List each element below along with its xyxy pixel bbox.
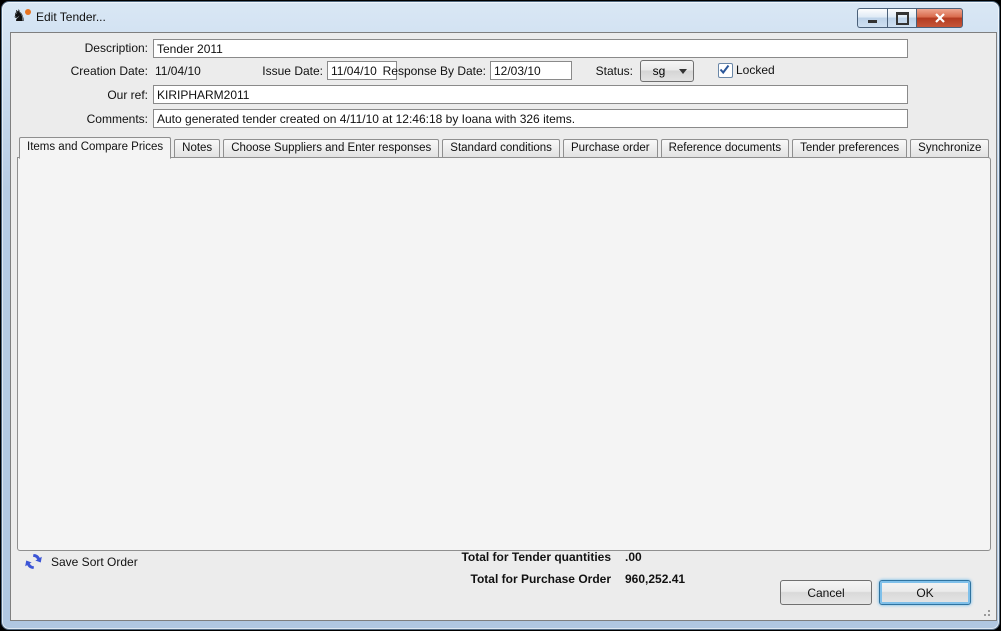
close-button[interactable] [916, 8, 963, 28]
comments-label: Comments: [11, 110, 148, 128]
title-bar[interactable]: ♞ Edit Tender... [2, 2, 999, 32]
locked-label: Locked [736, 61, 775, 79]
locked-checkbox[interactable] [718, 63, 733, 78]
items-panel [17, 157, 991, 551]
minimize-button[interactable] [857, 8, 887, 28]
total-tender-row: Total for Tender quantities .00 [221, 550, 642, 564]
maximize-icon [896, 12, 909, 25]
window-title: Edit Tender... [36, 10, 106, 24]
creation-date-value: 11/04/10 [155, 62, 201, 80]
dialog-content: Description: Creation Date: 11/04/10 Iss… [10, 32, 997, 621]
close-icon [935, 13, 945, 23]
window-frame: ♞ Edit Tender... Description: Creation D… [1, 1, 1000, 630]
description-input[interactable] [153, 39, 908, 58]
check-icon [719, 64, 730, 75]
total-po-value: 960,252.41 [625, 572, 685, 586]
refresh-icon [23, 551, 44, 572]
total-po-row: Total for Purchase Order 960,252.41 [221, 572, 685, 586]
save-sort-order-button[interactable]: Save Sort Order [23, 551, 138, 572]
ok-button[interactable]: OK [879, 580, 971, 605]
minimize-icon [868, 20, 877, 23]
resize-grip[interactable] [978, 604, 990, 616]
tab-purchase-order[interactable]: Purchase order [563, 139, 658, 158]
app-icon: ♞ [12, 8, 30, 26]
status-dropdown[interactable]: sg [640, 60, 694, 82]
total-po-label: Total for Purchase Order [221, 572, 611, 586]
tab-bar: Items and Compare PricesNotesChoose Supp… [19, 138, 989, 158]
our-ref-label: Our ref: [11, 86, 148, 104]
maximize-button[interactable] [887, 8, 916, 28]
issue-date-label: Issue Date: [233, 62, 323, 80]
tab-choose-suppliers[interactable]: Choose Suppliers and Enter responses [223, 139, 439, 158]
tab-notes[interactable]: Notes [174, 139, 220, 158]
tab-standard-conditions[interactable]: Standard conditions [442, 139, 560, 158]
tab-tender-preferences[interactable]: Tender preferences [792, 139, 907, 158]
save-sort-order-label: Save Sort Order [51, 555, 138, 569]
status-label: Status: [591, 62, 633, 80]
tab-synchronize[interactable]: Synchronize [910, 139, 989, 158]
tab-items-and-compare-prices[interactable]: Items and Compare Prices [19, 137, 171, 159]
creation-date-label: Creation Date: [11, 62, 148, 80]
our-ref-input[interactable] [153, 85, 908, 104]
comments-input[interactable] [153, 109, 908, 128]
chevron-down-icon [679, 69, 687, 74]
total-tender-label: Total for Tender quantities [221, 550, 611, 564]
tab-reference-documents[interactable]: Reference documents [661, 139, 790, 158]
cancel-button[interactable]: Cancel [780, 580, 872, 605]
description-label: Description: [11, 39, 148, 57]
status-value: sg [641, 64, 677, 78]
total-tender-value: .00 [625, 550, 642, 564]
edit-tender-window: ♞ Edit Tender... Description: Creation D… [0, 0, 1001, 631]
response-by-date-input[interactable] [490, 61, 572, 80]
response-by-date-label: Response By Date: [371, 62, 486, 80]
